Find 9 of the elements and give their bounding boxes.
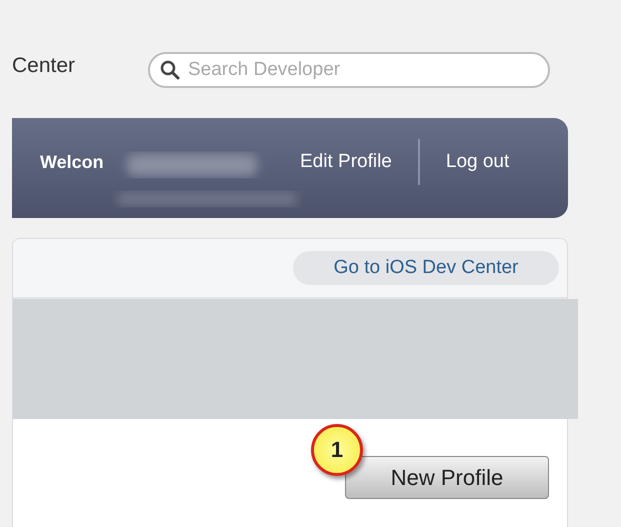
site-title: Center [12, 54, 76, 78]
step-badge: 1 [311, 424, 363, 476]
new-profile-button[interactable]: New Profile [345, 456, 549, 499]
edit-profile-link[interactable]: Edit Profile [300, 151, 392, 173]
search-icon [160, 60, 180, 80]
log-out-link[interactable]: Log out [446, 151, 510, 173]
welcome-text: Welcon [40, 152, 105, 172]
search-field[interactable]: Search Developer [148, 52, 550, 88]
dev-center-button[interactable]: Go to iOS Dev Center [293, 251, 559, 285]
